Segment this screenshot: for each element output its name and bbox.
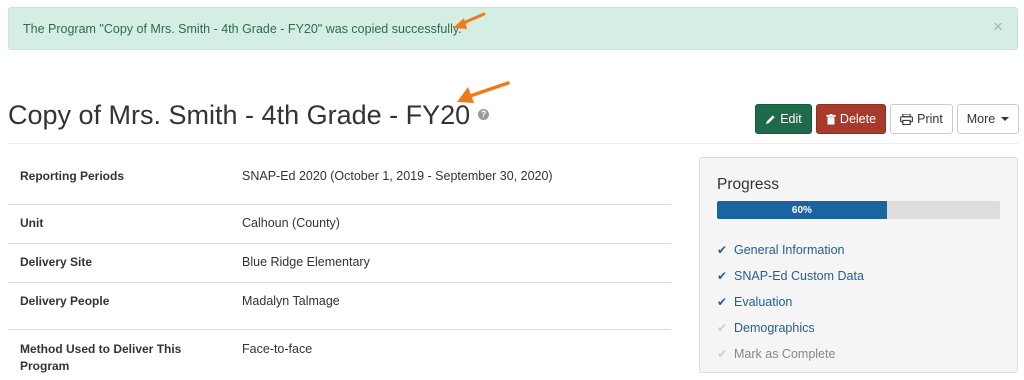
check-icon: ✔ xyxy=(717,243,728,257)
detail-row-delivery-people: Delivery People Madalyn Talmage xyxy=(8,283,671,330)
alert-message: The Program "Copy of Mrs. Smith - 4th Gr… xyxy=(23,22,462,36)
printer-icon xyxy=(900,113,914,125)
step-label: SNAP-Ed Custom Data xyxy=(734,269,864,283)
more-dropdown-button[interactable]: More xyxy=(957,104,1019,134)
annotation-arrow-icon xyxy=(457,81,510,103)
check-icon: ✔ xyxy=(717,321,728,335)
check-icon: ✔ xyxy=(717,347,728,361)
progress-steps: ✔ General Information ✔ SNAP-Ed Custom D… xyxy=(717,237,864,367)
close-icon[interactable]: × xyxy=(993,18,1003,35)
page-title: Copy of Mrs. Smith - 4th Grade - FY20? xyxy=(8,100,490,131)
step-mark-as-complete: ✔ Mark as Complete xyxy=(717,341,864,367)
print-label: Print xyxy=(917,112,943,126)
progress-bar: 60% xyxy=(717,201,1000,219)
detail-value: Blue Ridge Elementary xyxy=(242,255,370,269)
detail-label: Delivery People xyxy=(20,294,110,308)
delete-label: Delete xyxy=(839,112,877,126)
check-icon: ✔ xyxy=(717,269,728,283)
annotation-arrow-icon xyxy=(453,12,486,29)
detail-value: SNAP-Ed 2020 (October 1, 2019 - Septembe… xyxy=(242,169,553,183)
caret-down-icon xyxy=(1001,117,1010,121)
step-snap-ed-custom-data[interactable]: ✔ SNAP-Ed Custom Data xyxy=(717,263,864,289)
detail-row-method: Method Used to Deliver This Program Face… xyxy=(8,330,671,380)
trash-icon xyxy=(826,113,836,125)
help-icon[interactable]: ? xyxy=(478,109,490,121)
step-label: Evaluation xyxy=(734,295,793,309)
detail-row-unit: Unit Calhoun (County) xyxy=(8,205,671,244)
step-general-information[interactable]: ✔ General Information xyxy=(717,237,864,263)
check-icon: ✔ xyxy=(717,295,728,309)
detail-label: Unit xyxy=(20,216,44,230)
detail-label: Method Used to Deliver This Program xyxy=(20,342,182,373)
more-label: More xyxy=(966,112,996,126)
success-alert: The Program "Copy of Mrs. Smith - 4th Gr… xyxy=(8,7,1018,50)
edit-button[interactable]: Edit xyxy=(755,104,812,134)
progress-bar-fill: 60% xyxy=(717,201,887,219)
detail-value: Face-to-face xyxy=(242,342,313,356)
page-title-text: Copy of Mrs. Smith - 4th Grade - FY20 xyxy=(8,100,471,130)
detail-value: Madalyn Talmage xyxy=(242,294,340,308)
edit-label: Edit xyxy=(780,112,802,126)
step-label: Mark as Complete xyxy=(734,347,836,361)
step-demographics[interactable]: ✔ Demographics xyxy=(717,315,864,341)
progress-panel: Progress 60% ✔ General Information ✔ SNA… xyxy=(699,157,1018,373)
program-details: Reporting Periods SNAP-Ed 2020 (October … xyxy=(8,145,671,380)
print-button[interactable]: Print xyxy=(890,104,953,134)
detail-label: Delivery Site xyxy=(20,255,93,269)
delete-button[interactable]: Delete xyxy=(816,104,886,134)
step-label: General Information xyxy=(734,243,845,257)
pencil-icon xyxy=(766,114,775,124)
step-label: Demographics xyxy=(734,321,815,335)
progress-title: Progress xyxy=(717,176,780,193)
detail-row-reporting-periods: Reporting Periods SNAP-Ed 2020 (October … xyxy=(8,145,671,205)
detail-value: Calhoun (County) xyxy=(242,216,340,230)
divider xyxy=(8,143,1019,144)
step-evaluation[interactable]: ✔ Evaluation xyxy=(717,289,864,315)
detail-label: Reporting Periods xyxy=(20,169,125,183)
detail-row-delivery-site: Delivery Site Blue Ridge Elementary xyxy=(8,244,671,283)
